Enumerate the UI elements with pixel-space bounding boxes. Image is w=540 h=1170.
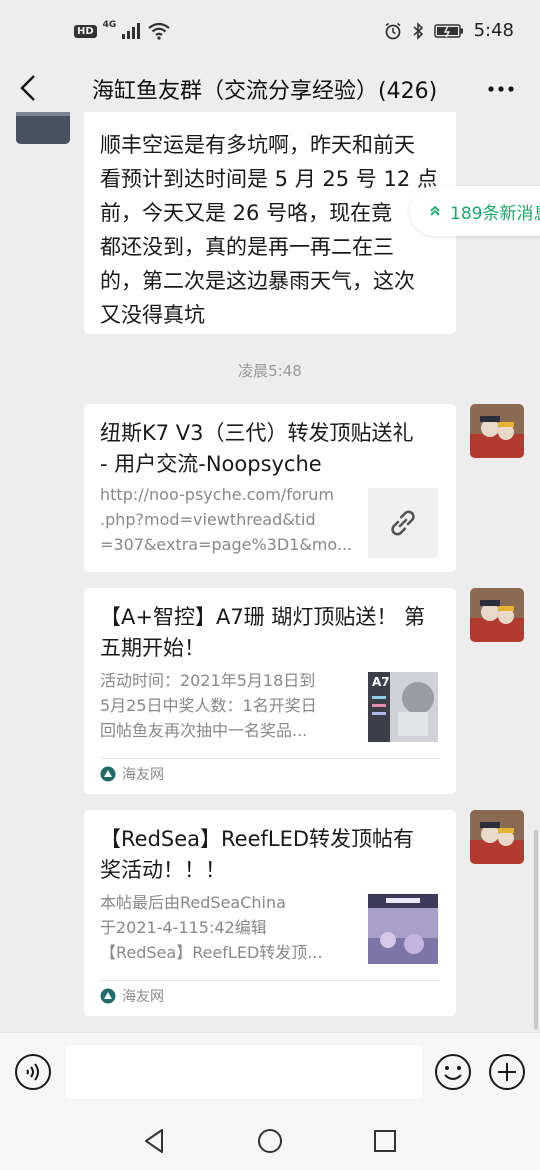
text-message-bubble[interactable]: 顺丰空运是有多坑啊，昨天和前天 看预计到达时间是 5 月 25 号 12 点 前… <box>84 112 456 334</box>
card-3-desc-line-1: 本帖最后由RedSeaChina <box>100 893 286 912</box>
card-3-title-line-2: 奖活动！！！ <box>100 858 226 882</box>
signal-icon <box>122 23 141 39</box>
chat-scrollbar[interactable] <box>534 830 538 1030</box>
more-options-icon[interactable] <box>486 74 516 104</box>
message-line-4: 都还没到，真的是再一再二在三 <box>100 235 394 259</box>
system-navigation-bar <box>0 1112 540 1170</box>
link-card-2[interactable]: 【A+智控】A7珊 瑚灯顶贴送！ 第 五期开始！ 活动时间：2021年5月18日… <box>84 588 456 794</box>
card-3-divider <box>100 980 440 981</box>
new-messages-button[interactable]: 189条新消息 <box>410 186 540 236</box>
card-3-desc-line-2: 于2021-4-115:42编辑 <box>100 918 267 937</box>
sender-avatar-card-3[interactable] <box>470 810 524 864</box>
back-arrow-icon[interactable] <box>14 72 46 104</box>
card-2-divider <box>100 758 440 759</box>
nav-home-icon[interactable] <box>255 1126 285 1156</box>
status-time: 5:48 <box>473 20 514 41</box>
card-2-title-line-1: 【A+智控】A7珊 瑚灯顶贴送！ 第 <box>100 605 426 629</box>
card-3-title-line-1: 【RedSea】ReefLED转发顶帖有 <box>100 827 415 851</box>
plus-icon[interactable] <box>488 1053 526 1091</box>
chat-header: 海缸鱼友群（交流分享经验）(426) <box>0 64 540 112</box>
voice-input-icon[interactable] <box>14 1053 52 1091</box>
status-bar-left: HD 4G <box>74 19 171 40</box>
avatar-image <box>16 112 70 144</box>
card-3-thumbnail <box>368 894 438 964</box>
sender-avatar[interactable] <box>16 112 70 144</box>
chat-area[interactable]: 顺丰空运是有多坑啊，昨天和前天 看预计到达时间是 5 月 25 号 12 点 前… <box>0 112 540 1032</box>
input-bar <box>0 1032 540 1112</box>
card-3-source: 海友网 <box>100 986 164 1006</box>
source-logo-icon <box>100 766 116 782</box>
aquarium-image <box>368 894 438 964</box>
message-line-1: 顺丰空运是有多坑啊，昨天和前天 <box>100 133 415 157</box>
sender-avatar-card-2[interactable] <box>470 588 524 642</box>
bluetooth-icon <box>413 21 423 40</box>
card-2-thumbnail: A7 <box>368 672 438 742</box>
double-chevron-up-icon <box>430 205 440 216</box>
status-bar: HD 4G 5:48 <box>0 0 540 64</box>
link-card-1[interactable]: 纽斯K7 V3（三代）转发顶贴送礼 - 用户交流-Noopsyche http:… <box>84 404 456 572</box>
card-2-source: 海友网 <box>100 764 164 784</box>
source-logo-icon <box>100 988 116 1004</box>
message-line-3: 前，今天又是 26 号咯，现在竟 <box>100 201 393 225</box>
card-2-source-label: 海友网 <box>122 767 164 783</box>
link-card-3[interactable]: 【RedSea】ReefLED转发顶帖有 奖活动！！！ 本帖最后由RedSeaC… <box>84 810 456 1016</box>
card-1-title-line-2: - 用户交流-Noopsyche <box>100 452 322 476</box>
emoji-icon[interactable] <box>434 1053 472 1091</box>
card-2-desc-line-1: 活动时间：2021年5月18日到 <box>100 671 316 690</box>
card-1-title-line-1: 纽斯K7 V3（三代）转发顶贴送礼 <box>100 421 414 445</box>
timestamp-label: 凌晨5:48 <box>238 362 302 380</box>
card-2-thumb-label: A7 <box>372 675 390 689</box>
message-input[interactable] <box>66 1045 422 1099</box>
card-1-desc-line-2: .php?mod=viewthread&tid <box>100 510 316 529</box>
nav-back-icon[interactable] <box>140 1126 170 1156</box>
link-icon <box>391 510 415 536</box>
network-type-label: 4G <box>102 19 117 30</box>
nav-recents-icon[interactable] <box>370 1126 400 1156</box>
avatar-image <box>470 588 524 642</box>
sender-avatar-card-1[interactable] <box>470 404 524 458</box>
card-1-desc-line-3: =307&extra=page%3D1&mo... <box>100 535 353 554</box>
card-3-desc-line-3: 【RedSea】ReefLED转发顶... <box>100 943 323 962</box>
card-2-title-line-2: 五期开始！ <box>100 636 205 660</box>
hd-badge: HD <box>74 24 97 38</box>
status-bar-right: 5:48 <box>384 20 514 41</box>
avatar-image <box>470 404 524 458</box>
card-2-desc-line-3: 回帖鱼友再次抽中一名奖品... <box>100 721 308 740</box>
card-3-source-label: 海友网 <box>122 989 164 1005</box>
alarm-icon <box>385 22 401 39</box>
wifi-icon <box>148 22 171 40</box>
message-line-6: 又没得真坑 <box>100 303 205 327</box>
new-messages-label: 189条新消息 <box>450 203 540 224</box>
card-1-thumbnail <box>368 488 438 558</box>
message-line-2: 看预计到达时间是 5 月 25 号 12 点 <box>100 167 438 191</box>
card-2-desc-line-2: 5月25日中奖人数：1名开奖日 <box>100 696 317 715</box>
chat-title: 海缸鱼友群（交流分享经验）(426) <box>92 79 438 104</box>
card-1-desc-line-1: http://noo-psyche.com/forum <box>100 485 334 504</box>
message-line-5: 的，第二次是这边暴雨天气，这次 <box>100 269 415 293</box>
battery-icon <box>433 23 463 38</box>
avatar-image <box>470 810 524 864</box>
